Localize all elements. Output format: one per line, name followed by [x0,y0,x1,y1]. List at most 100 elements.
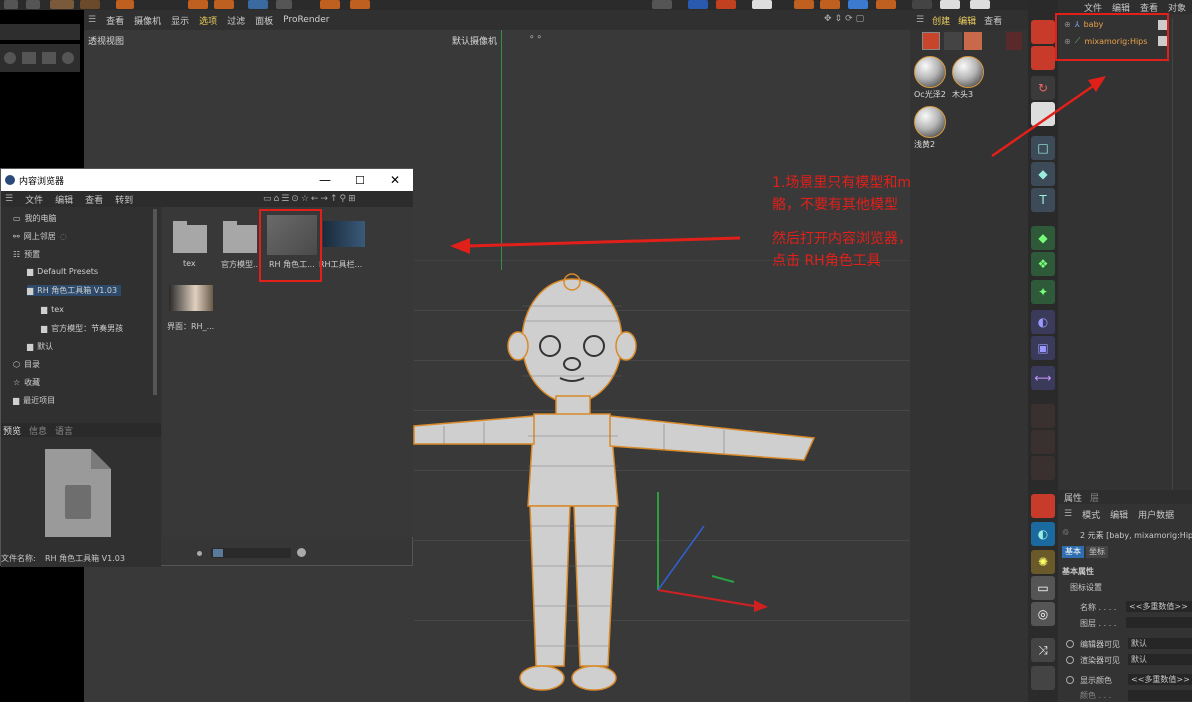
disabled-icon[interactable] [1031,430,1055,454]
tree-item[interactable]: ⬡ 目录 [13,359,40,370]
toolbar-button[interactable] [50,0,74,9]
toolbar-button[interactable] [752,0,772,9]
cb-menu-file[interactable]: 文件 [25,193,43,206]
field-layer[interactable] [1126,617,1192,628]
menu-icon[interactable]: ☰ [5,194,13,204]
tree-scrollbar[interactable] [153,209,157,395]
menu-icon[interactable]: ☰ [88,15,96,25]
viewport-camera-label[interactable]: 默认摄像机 [452,34,497,47]
toolbar-button[interactable] [652,0,672,9]
toolbar-button[interactable] [848,0,868,9]
tree-item[interactable]: ▆ 最近项目 [13,395,55,406]
trash-icon[interactable] [1006,32,1022,50]
toolbar-button[interactable] [320,0,340,9]
tab-preview[interactable]: 预览 [3,424,21,437]
tab-language[interactable]: 语言 [55,424,73,437]
viewport-menu-panel[interactable]: 面板 [255,14,273,27]
tree-item[interactable]: ▆ tex [41,305,64,314]
toolbar-button[interactable] [276,0,292,9]
menu-icon[interactable]: ☰ [1064,509,1072,519]
viewport-menu-camera[interactable]: 摄像机 [134,14,161,27]
field-name[interactable]: <<多重数值>> [1126,601,1192,612]
zoom-small-icon[interactable] [197,551,202,556]
toolbar-button[interactable] [350,0,370,9]
cb-menu-view[interactable]: 查看 [85,193,103,206]
material-tool-icon[interactable] [964,32,982,50]
text-icon[interactable]: T [1031,188,1055,212]
viewport-menu-options[interactable]: 选项 [199,14,217,27]
deformer-icon[interactable]: ◐ [1031,310,1055,334]
object-menu-file[interactable]: 文件 [1084,1,1102,14]
psr-icon[interactable]: ↻ [1031,76,1055,100]
close-icon[interactable]: ✕ [390,173,400,187]
character-model[interactable] [404,266,824,702]
attr-menu-edit[interactable]: 编辑 [1110,508,1128,521]
toolbar-button[interactable] [688,0,708,9]
field-editor-visible[interactable]: 默认 [1128,638,1192,649]
material-menu-view[interactable]: 查看 [984,14,1002,27]
circle-icon[interactable] [4,52,16,64]
tab-layer[interactable]: 层 [1090,491,1099,504]
tree-item-selected[interactable]: ▆ RH 角色工具箱 V1.03 [27,285,122,296]
toolbar-button[interactable] [80,0,100,9]
object-name[interactable]: baby [1084,20,1104,29]
cube-icon[interactable]: ◆ [1031,162,1055,186]
toolbar-button[interactable] [912,0,932,9]
viewport-menu-view[interactable]: 查看 [106,14,124,27]
visibility-check[interactable] [1158,36,1168,46]
minimize-icon[interactable]: — [319,173,331,187]
material-swatch[interactable] [914,106,946,138]
generator-icon[interactable]: ◆ [1031,226,1055,250]
menu-icon[interactable]: ☰ [916,15,924,25]
keyframe-dot[interactable] [1066,656,1074,664]
attr-menu-userdata[interactable]: 用户数据 [1138,508,1174,521]
paint-icon[interactable] [1031,20,1055,44]
tree-item[interactable]: ▆ 默认 [27,341,53,352]
floor-icon[interactable] [1031,102,1055,126]
material-tool-icon[interactable] [944,32,962,50]
render-icon[interactable] [1031,46,1055,70]
toolbar-button[interactable] [214,0,234,9]
toolbar-button[interactable] [820,0,840,9]
toolbar-button[interactable] [794,0,814,9]
toolbar-button[interactable] [116,0,134,9]
tree-item[interactable]: ▭ 我的电脑 [13,213,57,224]
toolbar-button[interactable] [4,0,18,9]
tag-icon[interactable] [1031,666,1055,690]
tree-item[interactable]: ▆ Default Presets [27,267,98,276]
field-render-visible[interactable]: 默认 [1128,654,1192,665]
random-icon[interactable]: ⤨ [1031,638,1055,662]
tree-item[interactable]: ▆ 官方模型：节奏男孩 [41,323,123,334]
camera-icon[interactable] [1031,494,1055,518]
object-menu-edit[interactable]: 编辑 [1112,1,1130,14]
toolbar-button[interactable] [940,0,960,9]
object-row-hips[interactable]: ⊕ ⟋ mixamorig:Hips [1064,36,1147,46]
rh-tool-thumbnail[interactable] [267,215,317,255]
circle-icon[interactable] [62,52,74,64]
toolbar-button[interactable] [876,0,896,9]
keyframe-dot[interactable] [1066,640,1074,648]
square-icon[interactable]: □ [1031,136,1055,160]
field-color[interactable] [1128,690,1192,701]
viewport-menu-filter[interactable]: 过滤 [227,14,245,27]
disabled-icon[interactable] [1031,456,1055,480]
toolbar-button[interactable] [248,0,268,9]
toolbar-button[interactable] [26,0,40,9]
slider-thumb[interactable] [213,549,223,557]
cb-menu-goto[interactable]: 转到 [115,193,133,206]
toolbar-button[interactable] [716,0,736,9]
subtab-basic[interactable]: 基本 [1062,546,1084,558]
tree-item[interactable]: ⚯ 网上邻居 ◌ [13,231,67,242]
cb-menu-edit[interactable]: 编辑 [55,193,73,206]
toolbar-button[interactable] [188,0,208,9]
maximize-icon[interactable]: ☐ [355,174,365,187]
zoom-large-icon[interactable] [297,548,306,557]
tree-item[interactable]: ☷ 预置 [13,249,40,260]
toolbar-button[interactable] [970,0,990,9]
area-light-icon[interactable]: ▭ [1031,576,1055,600]
boole-icon[interactable]: ✦ [1031,280,1055,304]
viewport-menu-prorender[interactable]: ProRender [283,15,329,25]
attr-menu-mode[interactable]: 模式 [1082,508,1100,521]
array-icon[interactable]: ❖ [1031,252,1055,276]
camera-icon[interactable] [42,52,56,64]
